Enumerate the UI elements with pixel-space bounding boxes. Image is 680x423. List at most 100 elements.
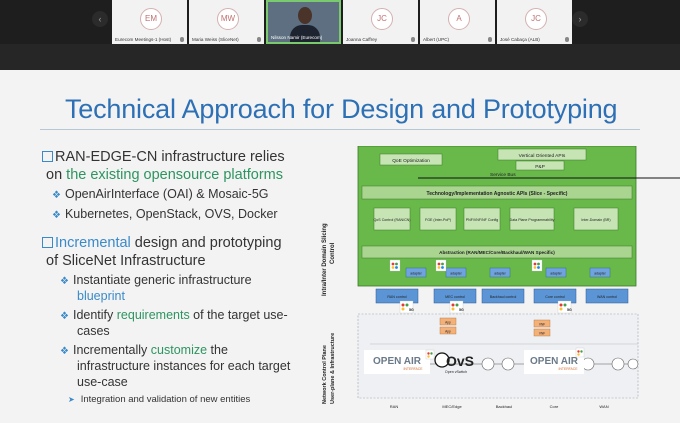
- participant-tiles: EM Eurecom Meetings-1 (Host) MW Maria We…: [112, 0, 572, 44]
- bullet-text: design and prototyping: [130, 235, 282, 251]
- title-divider: [40, 129, 640, 130]
- abstraction-label: Abstraction (RAN/MEC/Core/Backhaul/WAN S…: [439, 250, 555, 255]
- vertical-apis-label: Vertical Oriented APIs: [519, 153, 566, 159]
- switch-node: [627, 358, 639, 370]
- participant-tile[interactable]: JC Joanna Caffrey: [343, 0, 418, 44]
- svg-text:App: App: [445, 330, 451, 334]
- sub-bullet-customize-2: infrastructure instances for each target: [77, 359, 291, 373]
- svg-text:RAN control: RAN control: [387, 295, 407, 299]
- switch-node: [481, 357, 495, 371]
- svg-text:MEC control: MEC control: [445, 295, 465, 299]
- adapter-box: adapter: [589, 267, 611, 278]
- mosaic5g-badge: [425, 349, 435, 360]
- svg-text:OPEN AIR: OPEN AIR: [373, 356, 422, 367]
- avatar: A: [448, 8, 470, 30]
- qoe-label: QoE Optimization: [392, 158, 430, 164]
- architecture-diagram: Intra/Inter Domain Slicing Control Netwo…: [322, 146, 680, 409]
- bullet-1-line-1: RAN-EDGE-CN infrastructure relies: [42, 149, 285, 165]
- participant-tile[interactable]: A Albert (UPC): [420, 0, 495, 44]
- avatar: JC: [371, 8, 393, 30]
- adapter-box: adapter: [545, 267, 567, 278]
- svg-text:OPEN AIR: OPEN AIR: [530, 356, 579, 367]
- bullet-highlight: customize: [150, 343, 208, 357]
- sub-bullet-oai: ❖ OpenAirInterface (OAI) & Mosaic-5G: [52, 187, 269, 201]
- mic-muted-icon: [488, 37, 492, 42]
- svg-text:Inter-Domain (BR): Inter-Domain (BR): [581, 218, 610, 222]
- svg-text:WAN control: WAN control: [597, 295, 617, 299]
- bullet-highlight: Incremental: [55, 235, 131, 251]
- sub-bullet-instantiate: ❖ Instantiate generic infrastructure: [60, 273, 252, 287]
- svg-text:App: App: [445, 321, 451, 325]
- checkbox-bullet-icon: [42, 237, 53, 248]
- diamond-bullet-icon: ❖: [60, 311, 69, 322]
- slide-title: Technical Approach for Design and Protot…: [65, 94, 618, 124]
- diamond-bullet-icon: ❖: [52, 190, 61, 201]
- mic-muted-icon: [257, 37, 261, 42]
- mosaic5g-badge: [389, 259, 401, 272]
- bullet-2-line-1: Incremental design and prototyping: [42, 235, 282, 251]
- column-label: Backhaul: [496, 404, 513, 409]
- svg-text:Open vSwitch: Open vSwitch: [445, 370, 467, 374]
- chevron-left-icon[interactable]: ‹: [92, 11, 108, 27]
- sub-bullet-customize-3: use-case: [77, 375, 128, 389]
- participant-tile[interactable]: JC José Cabaça (ALB): [497, 0, 572, 44]
- svg-text:VNF: VNF: [539, 332, 545, 336]
- participant-name: Maria Weiss (SliceNet): [192, 37, 239, 42]
- checkbox-bullet-icon: [42, 151, 53, 162]
- sub-bullet-instantiate-2: blueprint: [77, 289, 125, 303]
- sub-bullet-text: the: [207, 343, 228, 357]
- controller-box: WAN control: [585, 288, 629, 304]
- module-box: Inter-Domain (BR): [573, 207, 619, 231]
- diagram-side-label: Intra/Inter Domain Slicing: [322, 223, 328, 296]
- controller-box: Backhaul control: [481, 288, 525, 304]
- arrow-bullet-icon: ➤: [68, 395, 75, 404]
- sub-bullet-text: Instantiate generic infrastructure: [72, 273, 252, 287]
- participant-tile-active-speaker[interactable]: Nilsson Namir (Eurecom): [266, 0, 341, 44]
- switch-node: [501, 357, 515, 371]
- svg-text:adapter: adapter: [410, 272, 422, 276]
- column-label: WAN: [599, 404, 608, 409]
- svg-text:PNF/VNF/NF Config: PNF/VNF/NF Config: [466, 218, 499, 222]
- bullet-highlight: the existing opensource platforms: [66, 167, 283, 183]
- sub-sub-bullet-integration: ➤ Integration and validation of new entit…: [68, 394, 250, 405]
- participant-name: Joanna Caffrey: [346, 37, 378, 42]
- mic-muted-icon: [565, 37, 569, 42]
- app-box: App: [439, 326, 457, 335]
- app-box: App: [439, 317, 457, 326]
- sub-bullet-text: Integration and validation of new entiti…: [80, 394, 251, 405]
- bullet-2-line-2: of SliceNet Infrastructure: [46, 253, 206, 269]
- svg-text:5G: 5G: [567, 308, 572, 312]
- svg-text:VNF: VNF: [539, 323, 545, 327]
- participant-name: Eurecom Meetings-1 (Host): [115, 37, 172, 42]
- svg-text:INTERFACE: INTERFACE: [403, 367, 423, 371]
- tech-apis-label: Technology/Implementation Agnostic APIs …: [427, 191, 568, 197]
- participant-name: Albert (UPC): [423, 37, 450, 42]
- svg-text:Data Plane Programmability: Data Plane Programmability: [510, 218, 555, 222]
- service-bus-label: Service Bus: [490, 172, 516, 178]
- mic-muted-icon: [411, 37, 415, 42]
- participant-tile[interactable]: MW Maria Weiss (SliceNet): [189, 0, 264, 44]
- svg-text:Backhaul control: Backhaul control: [490, 295, 517, 299]
- participant-name: Nilsson Namir (Eurecom): [271, 35, 323, 40]
- module-box: FGE (Inter-PoP): [419, 207, 457, 231]
- mosaic5g-badge: [531, 259, 543, 272]
- bullet-highlight: requirements: [116, 308, 190, 322]
- participant-name: José Cabaça (ALB): [500, 37, 540, 42]
- openairinterface-logo: OPEN AIR INTERFACE: [364, 350, 430, 374]
- diamond-bullet-icon: ❖: [60, 276, 69, 287]
- diagram-side-label: Network Control Plane: [322, 345, 328, 404]
- participant-tile[interactable]: EM Eurecom Meetings-1 (Host): [112, 0, 187, 44]
- module-box: PNF/VNF/NF Config: [463, 207, 501, 231]
- openairinterface-logo: OPEN AIR INTERFACE: [524, 350, 584, 374]
- vnf-box: VNF: [533, 328, 551, 337]
- chevron-right-icon[interactable]: ›: [572, 11, 588, 27]
- bullet-1-line-2: on the existing opensource platforms: [46, 167, 283, 183]
- avatar: EM: [140, 8, 162, 30]
- vnf-box: VNF: [533, 319, 551, 328]
- adapter-box: adapter: [405, 267, 427, 278]
- svg-text:adapter: adapter: [494, 272, 506, 276]
- mosaic5g-badge: [435, 259, 447, 272]
- svg-text:5G: 5G: [459, 308, 464, 312]
- mosaic5g-badge: 5G: [399, 300, 414, 314]
- shared-slide: Technical Approach for Design and Protot…: [0, 70, 680, 423]
